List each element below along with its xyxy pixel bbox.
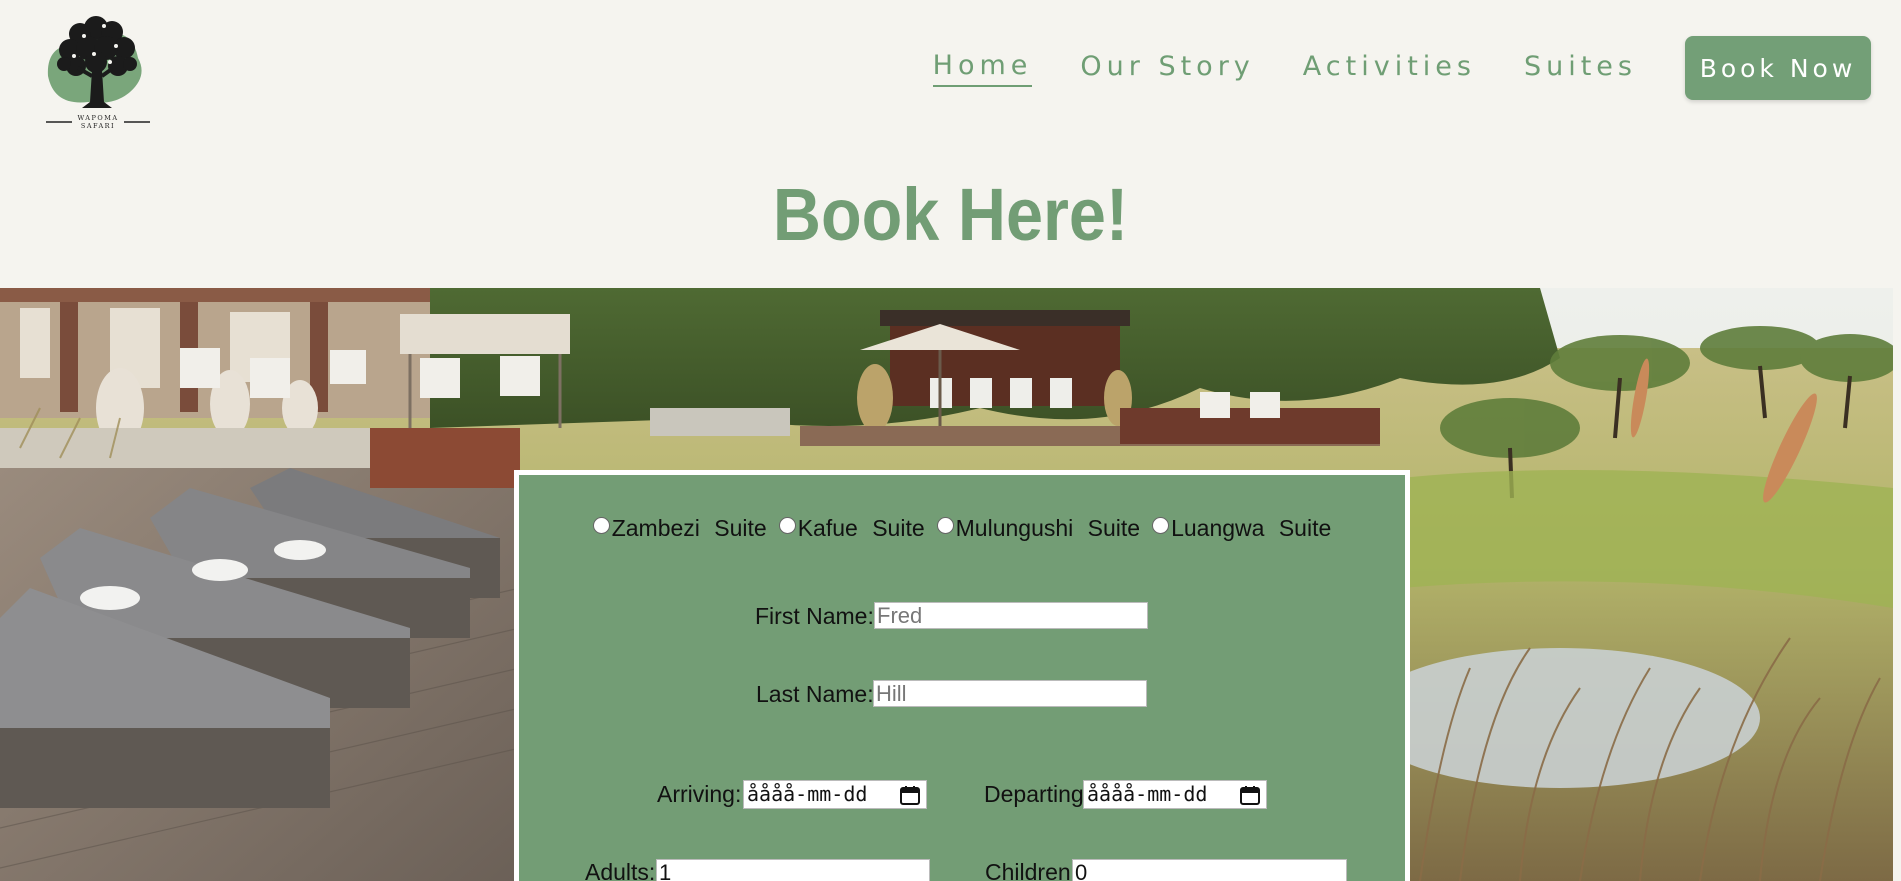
suite-label-mulungushi: Mulungushi Suite [955, 515, 1141, 541]
suite-option-kafue[interactable]: Kafue Suite [778, 515, 925, 542]
site-header: WAPOMA SAFARI Home Our Story Activities … [0, 0, 1901, 288]
svg-text:SAFARI: SAFARI [81, 122, 115, 130]
main-nav: Home Our Story Activities Suites Book No… [932, 36, 1871, 100]
nav-link-activities[interactable]: Activities [1303, 51, 1476, 86]
radio-luangwa[interactable] [1152, 517, 1170, 534]
arriving-date-value: åååå-mm-dd [747, 782, 868, 806]
nav-link-home[interactable]: Home [932, 50, 1033, 87]
first-name-label: First Name: [755, 603, 874, 629]
arriving-date-input[interactable]: åååå-mm-dd [743, 780, 927, 809]
adults-label: Adults: [585, 859, 656, 881]
suite-label-luangwa: Luangwa Suite [1171, 515, 1332, 541]
radio-zambezi[interactable] [592, 517, 610, 534]
page-title: Book Here! [772, 173, 1129, 256]
suite-label-zambezi: Zambezi Suite [611, 515, 767, 541]
departing-date-input[interactable]: åååå-mm-dd [1083, 780, 1267, 809]
suite-label-kafue: Kafue Suite [797, 515, 925, 541]
svg-text:WAPOMA: WAPOMA [77, 114, 118, 122]
first-name-input[interactable]: Fred [874, 602, 1148, 629]
tree-logo-icon: WAPOMA SAFARI [46, 16, 150, 130]
radio-mulungushi[interactable] [936, 517, 954, 534]
arriving-label: Arriving: [657, 781, 742, 807]
children-input[interactable]: 0 [1072, 859, 1347, 881]
radio-kafue[interactable] [778, 517, 796, 534]
calendar-icon[interactable] [900, 786, 920, 805]
booking-form: Zambezi Suite Kafue Suite Mulungushi Sui… [514, 470, 1410, 881]
suite-option-zambezi[interactable]: Zambezi Suite [592, 515, 767, 542]
children-label: Children: [985, 859, 1078, 881]
last-name-input[interactable]: Hill [873, 680, 1147, 707]
calendar-icon[interactable] [1240, 786, 1260, 805]
nav-link-our-story[interactable]: Our Story [1080, 51, 1254, 86]
site-logo[interactable]: WAPOMA SAFARI [44, 6, 154, 132]
suite-radio-group: Zambezi Suite Kafue Suite Mulungushi Sui… [519, 515, 1405, 542]
nav-link-suites[interactable]: Suites [1524, 51, 1637, 86]
suite-option-mulungushi[interactable]: Mulungushi Suite [936, 515, 1141, 542]
departing-date-value: åååå-mm-dd [1087, 782, 1208, 806]
book-now-button[interactable]: Book Now [1685, 36, 1871, 100]
departing-label: Departing: [984, 781, 1091, 807]
last-name-label: Last Name: [756, 681, 874, 707]
suite-option-luangwa[interactable]: Luangwa Suite [1152, 515, 1331, 542]
adults-input[interactable]: 1 [656, 859, 930, 881]
